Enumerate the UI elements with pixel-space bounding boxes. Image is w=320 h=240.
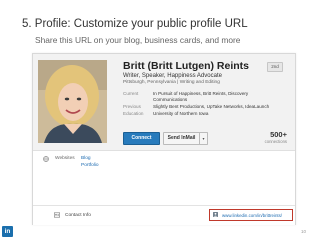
row-label: Education xyxy=(123,111,144,116)
contact-bar: Contact Info www.linkedin.com/in/brittre… xyxy=(33,205,295,225)
connections-count: 500+ xyxy=(270,130,287,139)
website-link-blog[interactable]: Blog xyxy=(81,156,91,161)
row-label: Previous xyxy=(123,104,141,109)
row-label: Current xyxy=(123,91,139,96)
profile-header: Britt (Britt Lutgen) Reints 2nd Writer, … xyxy=(33,54,295,151)
connect-button[interactable]: Connect xyxy=(123,132,160,145)
slide: { "slide": { "title": "5. Profile: Custo… xyxy=(0,0,320,240)
page-number: 10 xyxy=(300,229,306,234)
row-value: In Pursuit of Happiness, Britt Reints, D… xyxy=(153,91,249,96)
connections-label: connections xyxy=(264,139,287,144)
profile-name: Britt (Britt Lutgen) Reints xyxy=(123,60,249,72)
connection-degree-badge: 2nd xyxy=(267,62,283,72)
profile-photo-image xyxy=(38,60,107,143)
public-profile-url-link[interactable]: www.linkedin.com/in/brittreints/ xyxy=(222,213,282,218)
row-value: Communications xyxy=(153,97,188,102)
linkedin-logo: in xyxy=(2,226,13,237)
chevron-down-icon[interactable]: ▾ xyxy=(200,132,208,145)
websites-label: Websites xyxy=(55,156,75,161)
send-inmail-button[interactable]: Send InMail xyxy=(163,132,200,145)
row-value: Slightly Bent Productions, UpTake Networ… xyxy=(153,104,270,109)
profile-headline: Writer, Speaker, Happiness Advocate xyxy=(123,73,222,79)
contact-info-button[interactable]: Contact Info xyxy=(65,213,91,218)
public-profile-url-highlight: www.linkedin.com/in/brittreints/ xyxy=(209,209,293,221)
contact-card-icon xyxy=(54,212,60,218)
profile-photo[interactable] xyxy=(38,60,107,143)
slide-title: 5. Profile: Customize your public profil… xyxy=(22,18,248,30)
row-value: University of Northern Iowa xyxy=(153,111,209,116)
linkedin-profile-icon xyxy=(213,212,218,217)
globe-icon xyxy=(43,156,49,162)
profile-card: Britt (Britt Lutgen) Reints 2nd Writer, … xyxy=(32,53,296,225)
website-link-portfolio[interactable]: Portfolio xyxy=(81,163,99,168)
slide-subtitle: Share this URL on your blog, business ca… xyxy=(35,35,241,45)
profile-location: Pittsburgh, Pennsylvania | Writing and E… xyxy=(123,80,220,85)
